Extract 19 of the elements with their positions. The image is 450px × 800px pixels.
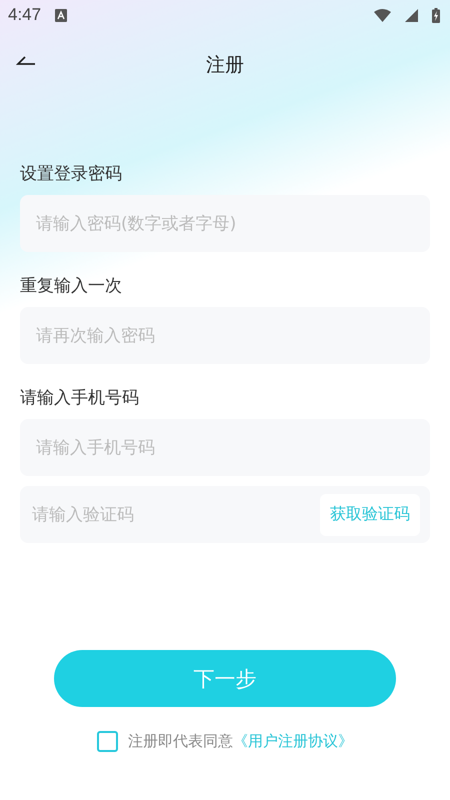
input-field[interactable]: 请再次输入密码 bbox=[20, 307, 430, 364]
agreement-text: 注册即代表同意《用户注册协议》 bbox=[128, 732, 353, 751]
next-button[interactable]: 下一步 bbox=[54, 650, 396, 707]
input-field[interactable]: 请输入手机号码 bbox=[20, 419, 430, 476]
wifi-icon bbox=[374, 8, 391, 22]
code-field[interactable]: 请输入验证码 获取验证码 bbox=[20, 486, 430, 543]
battery-icon bbox=[432, 8, 440, 22]
status-time: 4:47 bbox=[8, 5, 42, 25]
field-label: 设置登录密码 bbox=[20, 163, 123, 185]
signal-icon bbox=[405, 8, 418, 22]
code-input-field[interactable]: 请输入验证码 bbox=[30, 504, 320, 526]
keyboard-icon bbox=[55, 8, 68, 22]
agreement-link[interactable]: 《用户注册协议》 bbox=[233, 732, 353, 750]
get-code-button[interactable]: 获取验证码 bbox=[320, 494, 420, 536]
agree-checkbox[interactable] bbox=[97, 731, 118, 752]
input-field[interactable]: 请输入密码(数字或者字母) bbox=[20, 195, 430, 252]
field-label: 重复输入一次 bbox=[20, 275, 123, 297]
page-title: 注册 bbox=[206, 53, 244, 78]
field-label: 请输入手机号码 bbox=[20, 387, 140, 409]
